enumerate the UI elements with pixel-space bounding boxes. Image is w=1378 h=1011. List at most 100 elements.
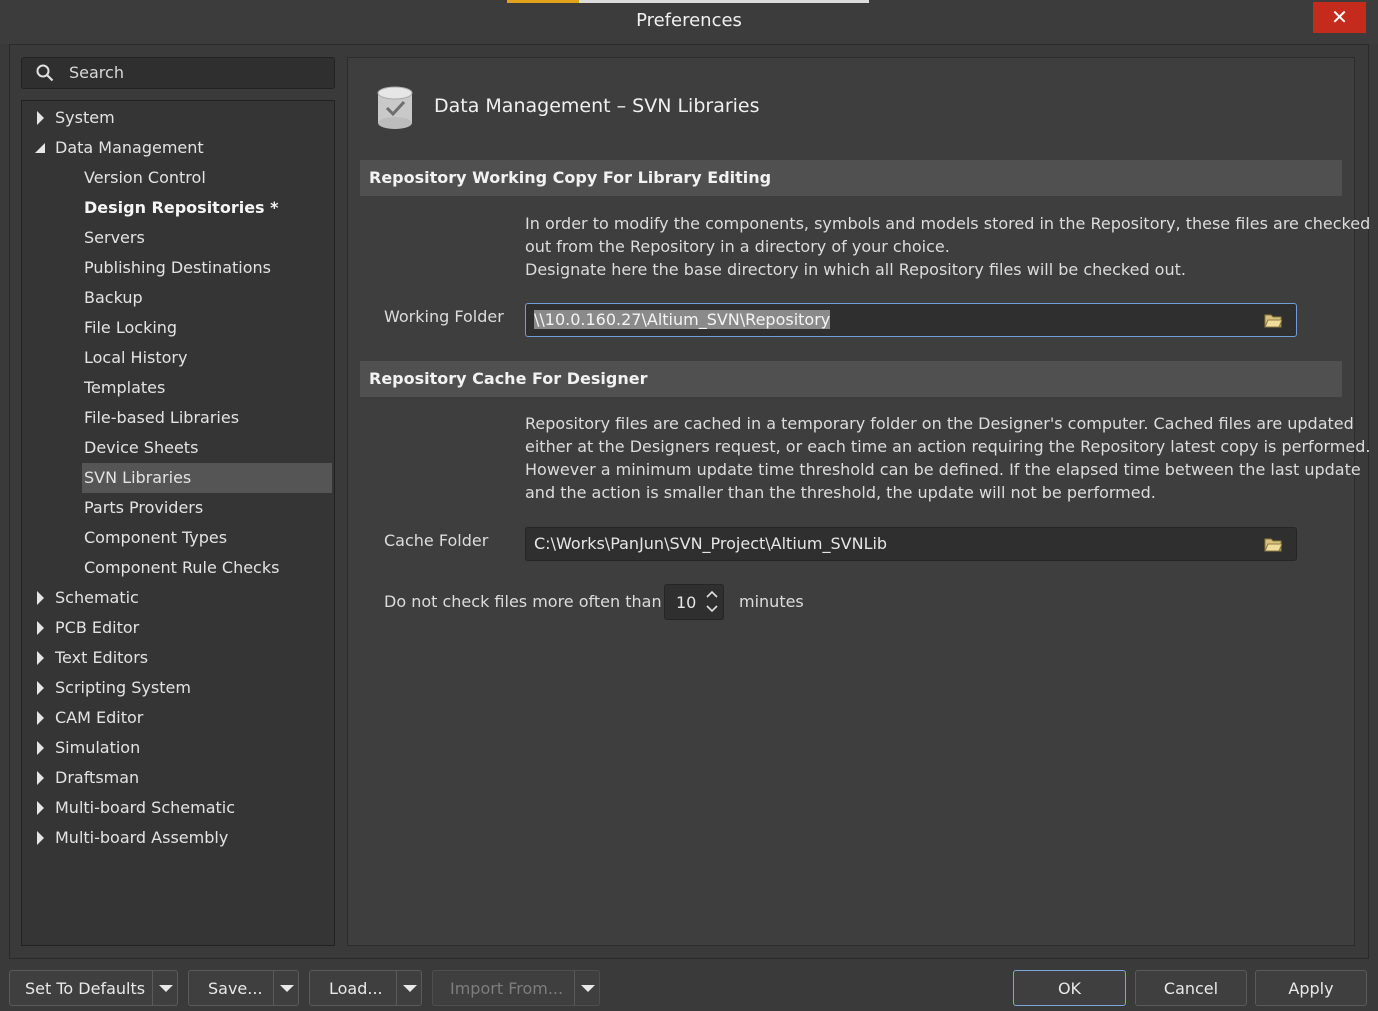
tree-item-component-types[interactable]: Component Types: [22, 523, 334, 553]
cache-folder-label: Cache Folder: [384, 531, 489, 550]
section-heading-text: Repository Cache For Designer: [369, 369, 648, 388]
tree-item-label: Simulation: [55, 738, 141, 757]
section-description: In order to modify the components, symbo…: [525, 212, 1371, 281]
working-folder-field[interactable]: \\10.0.160.27\Altium_SVN\Repository: [525, 303, 1297, 337]
cache-folder-field[interactable]: C:\Works\PanJun\SVN_Project\Altium_SVNLi…: [525, 527, 1297, 561]
check-interval-value: 10: [676, 593, 697, 612]
expand-arrow-icon[interactable]: [34, 613, 48, 643]
apply-button[interactable]: Apply: [1255, 970, 1367, 1006]
tree-item-label: Scripting System: [55, 678, 191, 697]
import-from-button[interactable]: Import From...: [432, 970, 600, 1006]
tree-item-component-rule-checks[interactable]: Component Rule Checks: [22, 553, 334, 583]
working-folder-value: \\10.0.160.27\Altium_SVN\Repository: [534, 310, 831, 329]
title-accent: [507, 0, 579, 3]
expand-arrow-icon[interactable]: [34, 643, 48, 673]
tree-item-servers[interactable]: Servers: [22, 223, 334, 253]
button-label: Load...: [329, 979, 383, 998]
button-label: Cancel: [1163, 979, 1219, 998]
section-description: Repository files are cached in a tempora…: [525, 412, 1371, 504]
description-line: Repository files are cached in a tempora…: [525, 414, 1354, 433]
button-label: OK: [1057, 979, 1082, 998]
dropdown-arrow-icon[interactable]: [396, 971, 423, 1005]
tree-item-label: Design Repositories *: [84, 198, 279, 217]
cache-folder-value: C:\Works\PanJun\SVN_Project\Altium_SVNLi…: [534, 534, 888, 553]
folder-open-icon[interactable]: [1264, 312, 1282, 328]
collapse-arrow-icon[interactable]: [34, 133, 48, 163]
tree-item-backup[interactable]: Backup: [22, 283, 334, 313]
tree-item-label: Local History: [84, 348, 188, 367]
expand-arrow-icon[interactable]: [34, 673, 48, 703]
description-line: either at the Designers request, or each…: [525, 437, 1371, 456]
description-line: and the action is smaller than the thres…: [525, 483, 1156, 502]
tree-item-label: Parts Providers: [84, 498, 204, 517]
description-line: out from the Repository in a directory o…: [525, 237, 950, 256]
tree-item-multiboard-schematic[interactable]: Multi-board Schematic: [22, 793, 334, 823]
expand-arrow-icon[interactable]: [34, 763, 48, 793]
expand-arrow-icon[interactable]: [34, 103, 48, 133]
section-heading-working-copy: Repository Working Copy For Library Edit…: [360, 160, 1342, 196]
tree-item-text-editors[interactable]: Text Editors: [22, 643, 334, 673]
tree-item-design-repositories[interactable]: Design Repositories *: [22, 193, 334, 223]
check-interval-label: Do not check files more often than: [384, 592, 662, 611]
save-button[interactable]: Save...: [188, 970, 299, 1006]
tree-item-svn-libraries[interactable]: SVN Libraries: [22, 463, 334, 493]
search-input[interactable]: Search: [21, 57, 335, 89]
expand-arrow-icon[interactable]: [34, 583, 48, 613]
title-accent: [579, 0, 869, 3]
tree-item-label: Text Editors: [55, 648, 149, 667]
preferences-tree: System Data Management Version Control D…: [21, 100, 335, 946]
check-interval-stepper[interactable]: 10: [664, 584, 724, 620]
load-button[interactable]: Load...: [309, 970, 422, 1006]
tree-item-file-based-libraries[interactable]: File-based Libraries: [22, 403, 334, 433]
ok-button[interactable]: OK: [1013, 970, 1126, 1006]
tree-item-parts-providers[interactable]: Parts Providers: [22, 493, 334, 523]
chevron-up-icon[interactable]: [705, 589, 719, 599]
dropdown-arrow-icon[interactable]: [273, 971, 300, 1005]
tree-item-device-sheets[interactable]: Device Sheets: [22, 433, 334, 463]
tree-item-label: File Locking: [84, 318, 178, 337]
tree-item-cam-editor[interactable]: CAM Editor: [22, 703, 334, 733]
button-label: Import From...: [450, 979, 564, 998]
tree-item-templates[interactable]: Templates: [22, 373, 334, 403]
tree-item-file-locking[interactable]: File Locking: [22, 313, 334, 343]
page-title: Data Management – SVN Libraries: [434, 95, 760, 117]
tree-item-pcb-editor[interactable]: PCB Editor: [22, 613, 334, 643]
tree-item-label: Backup: [84, 288, 143, 307]
tree-item-label: Component Types: [84, 528, 228, 547]
working-folder-label: Working Folder: [384, 307, 504, 326]
expand-arrow-icon[interactable]: [34, 793, 48, 823]
tree-item-publishing-destinations[interactable]: Publishing Destinations: [22, 253, 334, 283]
expand-arrow-icon[interactable]: [34, 823, 48, 853]
tree-item-multiboard-assembly[interactable]: Multi-board Assembly: [22, 823, 334, 853]
tree-item-label: Servers: [84, 228, 145, 247]
tree-item-label: Publishing Destinations: [84, 258, 272, 277]
dropdown-arrow-icon[interactable]: [574, 971, 601, 1005]
close-button[interactable]: ✕: [1313, 2, 1366, 33]
tree-item-system[interactable]: System: [22, 103, 334, 133]
description-line: In order to modify the components, symbo…: [525, 214, 1371, 233]
section-heading-text: Repository Working Copy For Library Edit…: [369, 168, 772, 187]
tree-item-simulation[interactable]: Simulation: [22, 733, 334, 763]
tree-item-local-history[interactable]: Local History: [22, 343, 334, 373]
cancel-button[interactable]: Cancel: [1135, 970, 1247, 1006]
tree-item-label: SVN Libraries: [84, 468, 192, 487]
tree-item-label: Templates: [84, 378, 166, 397]
window-title: Preferences: [636, 10, 742, 31]
dropdown-arrow-icon[interactable]: [152, 971, 179, 1005]
tree-item-scripting-system[interactable]: Scripting System: [22, 673, 334, 703]
chevron-down-icon[interactable]: [705, 604, 719, 614]
tree-item-label: File-based Libraries: [84, 408, 240, 427]
tree-item-schematic[interactable]: Schematic: [22, 583, 334, 613]
database-check-icon: [377, 86, 413, 129]
expand-arrow-icon[interactable]: [34, 703, 48, 733]
expand-arrow-icon[interactable]: [34, 733, 48, 763]
tree-item-label: Device Sheets: [84, 438, 199, 457]
tree-item-data-management[interactable]: Data Management: [22, 133, 334, 163]
tree-item-label: CAM Editor: [55, 708, 144, 727]
tree-item-draftsman[interactable]: Draftsman: [22, 763, 334, 793]
tree-item-label: Multi-board Assembly: [55, 828, 229, 847]
folder-open-icon[interactable]: [1264, 536, 1282, 552]
description-line: However a minimum update time threshold …: [525, 460, 1361, 479]
set-to-defaults-button[interactable]: Set To Defaults: [9, 970, 178, 1006]
tree-item-version-control[interactable]: Version Control: [22, 163, 334, 193]
